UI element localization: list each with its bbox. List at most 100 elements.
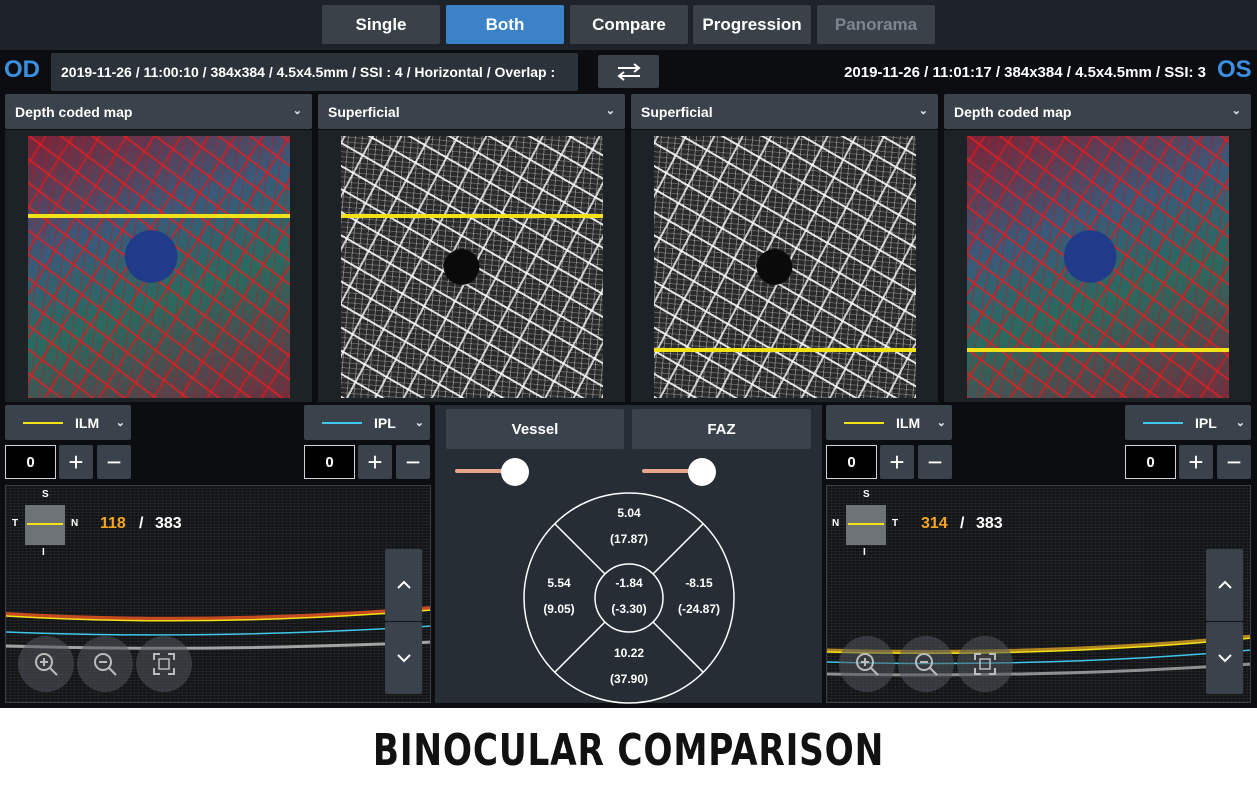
left-nav-left: T — [12, 518, 19, 529]
fit-screen-icon — [974, 653, 996, 675]
left-zoom-in-button[interactable] — [18, 636, 74, 692]
left-bottom-layer-plus-button[interactable]: + — [358, 445, 392, 479]
left-superficial-angiogram-image[interactable] — [341, 136, 603, 398]
zoom-out-icon — [915, 653, 938, 676]
sector-inferior-value: 10.22 — [613, 646, 645, 660]
right-zoom-out-button[interactable] — [898, 636, 954, 692]
tab-panorama: Panorama — [817, 5, 935, 44]
left-nav-direction-line — [27, 523, 63, 525]
right-panel2-map-select[interactable]: Depth coded map ⌄ — [944, 94, 1251, 129]
right-scan-info: 2019-11-26 / 11:01:17 / 384x384 / 4.5x4.… — [844, 63, 1206, 81]
right-panel1-title: Superficial — [641, 103, 713, 120]
right-bottom-layer-minus-button[interactable]: − — [1217, 445, 1251, 479]
left-depth-coded-map-image[interactable] — [28, 136, 290, 398]
sector-superior-sub: (17.87) — [609, 532, 649, 546]
chevron-down-icon: ⌄ — [605, 105, 615, 117]
left-bottom-layer-offset-input[interactable]: 0 — [304, 445, 355, 479]
tab-compare[interactable]: Compare — [570, 5, 688, 44]
sector-temporal: -8.15 (-24.87) — [664, 576, 734, 616]
right-zoom-in-button[interactable] — [839, 636, 895, 692]
left-bottom-layer-minus-button[interactable]: − — [396, 445, 430, 479]
sector-temporal-value: -8.15 — [685, 576, 713, 590]
faz-button[interactable]: FAZ — [632, 409, 811, 449]
etdrs-sector-chart: 5.04 (17.87) 5.54 (9.05) -1.84 (-3.30) -… — [519, 488, 739, 708]
left-top-layer-offset-input[interactable]: 0 — [5, 445, 56, 479]
left-scan-info: 2019-11-26 / 11:00:10 / 384x384 / 4.5x4.… — [61, 64, 556, 80]
left-zoom-out-button[interactable] — [77, 636, 133, 692]
sector-inferior-sub: (37.90) — [609, 672, 649, 686]
swap-icon — [616, 62, 641, 81]
right-panel1-map-select[interactable]: Superficial ⌄ — [631, 94, 938, 129]
left-panel2-title: Superficial — [328, 103, 400, 120]
right-fit-button[interactable] — [957, 636, 1013, 692]
right-nav-direction-line — [848, 523, 884, 525]
zoom-in-icon — [35, 653, 58, 676]
chevron-up-icon — [1217, 580, 1232, 589]
right-nav-left: N — [832, 518, 840, 529]
left-top-layer-minus-button[interactable]: − — [97, 445, 131, 479]
chevron-down-icon — [396, 654, 411, 663]
right-nav-top: S — [863, 489, 870, 500]
left-top-layer-select[interactable]: ILM ⌄ — [5, 405, 131, 440]
left-panel2-map-select[interactable]: Superficial ⌄ — [318, 94, 625, 129]
swap-eyes-button[interactable] — [598, 55, 659, 88]
bscan-position-line[interactable] — [967, 348, 1229, 352]
left-nav-right: N — [71, 518, 79, 529]
right-bottom-layer-offset-input[interactable]: 0 — [1125, 445, 1176, 479]
chevron-down-icon: ⌄ — [918, 105, 928, 117]
left-slice-down-button[interactable] — [385, 622, 422, 694]
chevron-down-icon: ⌄ — [292, 105, 302, 117]
right-bottom-layer-label: IPL — [1195, 414, 1217, 431]
sector-nasal-sub: (9.05) — [543, 602, 575, 616]
tab-single[interactable]: Single — [322, 5, 440, 44]
layer-color-swatch — [844, 421, 884, 424]
sector-temporal-sub: (-24.87) — [677, 602, 721, 616]
right-eye-label: OS — [1217, 56, 1252, 83]
right-depth-coded-map-image[interactable] — [967, 136, 1229, 398]
right-top-layer-offset-input[interactable]: 0 — [826, 445, 877, 479]
sector-center-sub: (-3.30) — [611, 602, 647, 616]
left-slice-separator: / — [139, 515, 144, 532]
left-slice-up-button[interactable] — [385, 549, 422, 621]
vessel-slider-handle[interactable] — [500, 458, 529, 486]
right-bottom-layer-select[interactable]: IPL ⌄ — [1125, 405, 1251, 440]
bscan-position-line[interactable] — [28, 214, 290, 218]
bscan-position-line[interactable] — [341, 214, 603, 218]
sector-inferior: 10.22 (37.90) — [594, 646, 664, 686]
left-slice-total: 383 — [155, 515, 182, 532]
sector-center-value: -1.84 — [615, 576, 643, 590]
sector-superior: 5.04 (17.87) — [594, 506, 664, 546]
vessel-button[interactable]: Vessel — [446, 409, 624, 449]
right-superficial-angiogram-image[interactable] — [654, 136, 916, 398]
left-panel1-title: Depth coded map — [15, 103, 133, 120]
right-slice-total: 383 — [976, 515, 1003, 532]
left-bottom-layer-label: IPL — [374, 414, 396, 431]
faz-slider-handle[interactable] — [687, 458, 716, 486]
left-bscan-navigator[interactable] — [25, 505, 65, 545]
chevron-down-icon — [1217, 654, 1232, 663]
right-bscan-navigator[interactable] — [846, 505, 886, 545]
left-top-layer-plus-button[interactable]: + — [59, 445, 93, 479]
left-slice-current: 118 — [100, 515, 126, 532]
right-slice-up-button[interactable] — [1206, 549, 1243, 621]
left-nav-top: S — [42, 489, 49, 500]
chevron-down-icon: ⌄ — [1235, 417, 1245, 429]
right-slice-down-button[interactable] — [1206, 622, 1243, 694]
fit-screen-icon — [153, 653, 175, 675]
tab-progression[interactable]: Progression — [693, 5, 811, 44]
left-scan-select[interactable]: 2019-11-26 / 11:00:10 / 384x384 / 4.5x4.… — [51, 53, 578, 91]
right-top-layer-select[interactable]: ILM ⌄ — [826, 405, 952, 440]
right-top-layer-plus-button[interactable]: + — [880, 445, 914, 479]
tab-both[interactable]: Both — [446, 5, 564, 44]
chevron-down-icon: ⌄ — [414, 417, 424, 429]
bscan-position-line[interactable] — [654, 348, 916, 352]
left-panel1-map-select[interactable]: Depth coded map ⌄ — [5, 94, 312, 129]
left-top-layer-label: ILM — [75, 414, 100, 431]
left-bottom-layer-select[interactable]: IPL ⌄ — [304, 405, 430, 440]
sector-nasal-value: 5.54 — [547, 576, 571, 590]
left-fit-button[interactable] — [136, 636, 192, 692]
right-bottom-layer-plus-button[interactable]: + — [1179, 445, 1213, 479]
chevron-down-icon: ⌄ — [115, 417, 125, 429]
right-top-layer-label: ILM — [896, 414, 921, 431]
right-top-layer-minus-button[interactable]: − — [918, 445, 952, 479]
